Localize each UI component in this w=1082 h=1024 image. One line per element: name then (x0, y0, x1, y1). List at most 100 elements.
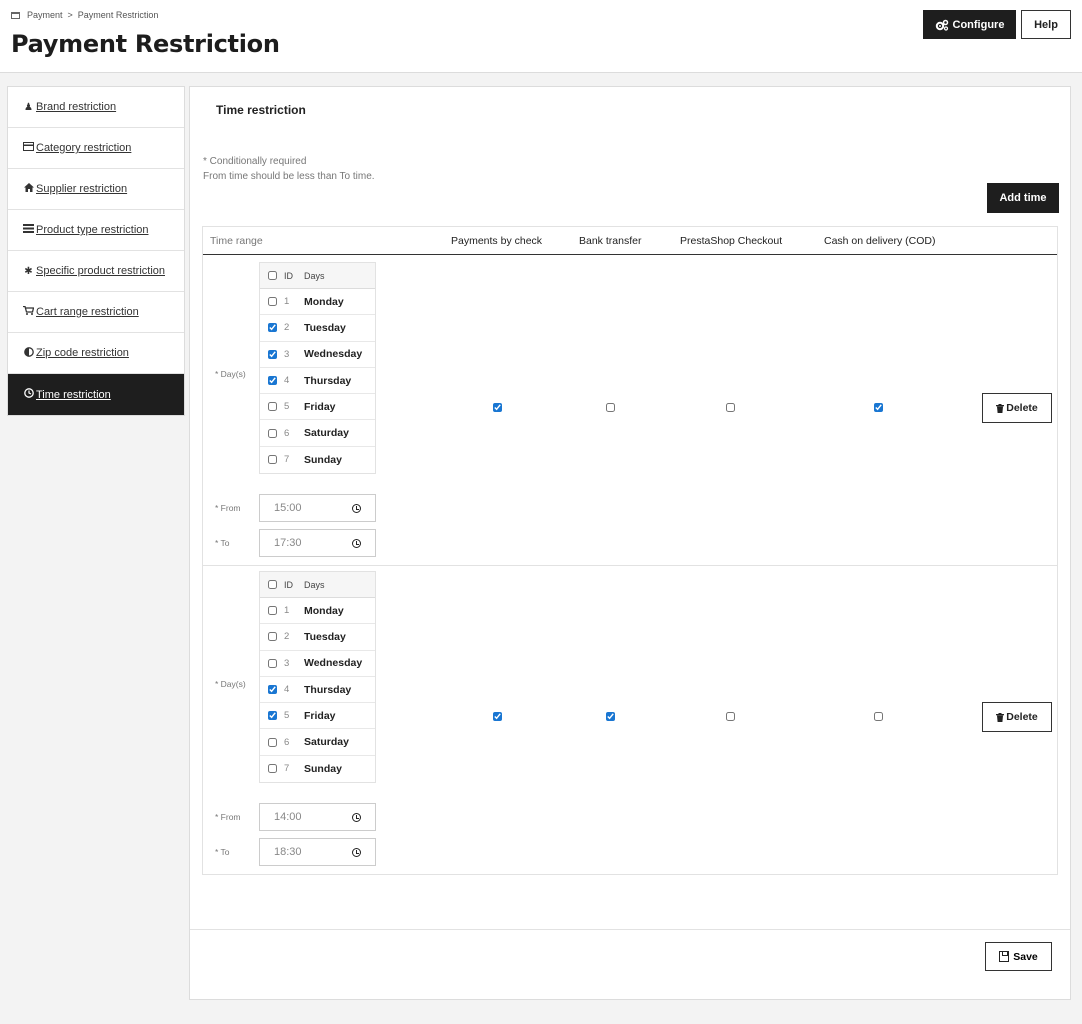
sidebar-item-label: Time restriction (36, 388, 111, 401)
day-name: Sunday (304, 453, 342, 466)
from-label: * From (215, 503, 241, 513)
cod-checkbox[interactable] (874, 403, 883, 412)
sidebar: ♟ Brand restriction Category restriction… (7, 86, 185, 416)
sidebar-item-cart-range[interactable]: Cart range restriction (8, 292, 184, 333)
form-note: * Conditionally required From time shoul… (203, 154, 375, 184)
day-name: Thursday (304, 683, 352, 696)
day-id: 2 (284, 322, 290, 334)
bank-transfer-checkbox[interactable] (606, 403, 615, 412)
save-icon (999, 951, 1010, 962)
cogs-icon (935, 19, 948, 31)
from-time-input[interactable]: 15:00 (259, 494, 376, 522)
day-row: 4 Thursday (260, 677, 375, 704)
credit-card-icon (11, 11, 20, 19)
prestashop-checkout-checkbox[interactable] (726, 712, 735, 721)
days-name-header: Days (304, 270, 325, 281)
sidebar-item-brand[interactable]: ♟ Brand restriction (8, 87, 184, 128)
from-time-input[interactable]: 14:00 (259, 803, 376, 831)
day-checkbox[interactable] (267, 737, 277, 747)
day-checkbox[interactable] (267, 376, 277, 386)
sidebar-item-zip-code[interactable]: Zip code restriction (8, 333, 184, 374)
page-header: Payment > Payment Restriction Payment Re… (0, 0, 1082, 73)
day-checkbox[interactable] (267, 349, 277, 359)
select-all-days-checkbox[interactable] (267, 271, 277, 280)
day-checkbox[interactable] (267, 711, 277, 721)
trash-icon (996, 403, 1005, 413)
cod-checkbox[interactable] (874, 712, 883, 721)
cart-icon (23, 305, 35, 318)
help-button[interactable]: Help (1021, 10, 1071, 39)
day-checkbox[interactable] (267, 764, 277, 774)
delete-button[interactable]: Delete (982, 393, 1052, 423)
day-checkbox[interactable] (267, 632, 277, 642)
day-checkbox[interactable] (267, 402, 277, 412)
to-time-input[interactable]: 18:30 (259, 838, 376, 866)
delete-button[interactable]: Delete (982, 702, 1052, 732)
day-name: Sunday (304, 762, 342, 775)
day-checkbox[interactable] (267, 658, 277, 668)
save-button[interactable]: Save (985, 942, 1052, 971)
day-name: Friday (304, 709, 336, 722)
time-range-table: Time range Payments by check Bank transf… (202, 226, 1058, 875)
sidebar-item-time[interactable]: Time restriction (8, 374, 184, 415)
clock-icon (352, 503, 361, 513)
adjust-icon (23, 346, 34, 360)
credit-card-icon (23, 142, 34, 154)
from-time-value: 15:00 (274, 502, 302, 514)
day-id: 4 (284, 375, 290, 387)
bank-transfer-checkbox[interactable] (606, 712, 615, 721)
table-header: Time range Payments by check Bank transf… (203, 227, 1057, 255)
breadcrumb-parent[interactable]: Payment (27, 10, 63, 20)
to-label: * To (215, 538, 230, 548)
day-checkbox[interactable] (267, 685, 277, 695)
days-table: ID Days 1 Monday 2 Tuesday 3 Wednesday 4 Thu… (259, 571, 376, 784)
prestashop-checkout-checkbox[interactable] (726, 403, 735, 412)
to-label: * To (215, 847, 230, 857)
day-row: 1 Monday (260, 289, 375, 316)
sidebar-item-label: Supplier restriction (36, 183, 128, 195)
day-row: 1 Monday (260, 598, 375, 625)
day-checkbox[interactable] (267, 297, 277, 307)
day-name: Thursday (304, 374, 352, 387)
day-checkbox[interactable] (267, 323, 277, 333)
delete-label: Delete (1006, 711, 1038, 723)
to-time-value: 17:30 (274, 537, 302, 549)
sidebar-item-label: Brand restriction (36, 101, 117, 113)
day-id: 6 (284, 736, 290, 748)
to-time-input[interactable]: 17:30 (259, 529, 376, 557)
day-row: 5 Friday (260, 394, 375, 421)
day-row: 4 Thursday (260, 368, 375, 395)
day-row: 5 Friday (260, 703, 375, 730)
sidebar-item-category[interactable]: Category restriction (8, 128, 184, 169)
sidebar-item-label: Category restriction (36, 142, 132, 154)
from-time-value: 14:00 (274, 811, 302, 823)
day-id: 4 (284, 684, 290, 696)
user-icon: ♟ (24, 101, 33, 113)
panel-title: Time restriction (216, 103, 306, 117)
sidebar-item-specific-product[interactable]: ✱ Specific product restriction (8, 251, 184, 292)
asterisk-icon: ✱ (24, 265, 33, 277)
sidebar-item-product-type[interactable]: Product type restriction (8, 210, 184, 251)
day-name: Friday (304, 400, 336, 413)
day-checkbox[interactable] (267, 428, 277, 438)
breadcrumb-separator: > (67, 10, 73, 20)
day-name: Tuesday (304, 321, 346, 334)
day-checkbox[interactable] (267, 455, 277, 465)
payment-check-checkbox[interactable] (493, 403, 502, 412)
day-id: 1 (284, 605, 290, 617)
clock-icon (352, 812, 361, 822)
payment-check-checkbox[interactable] (493, 712, 502, 721)
day-id: 3 (284, 348, 290, 360)
configure-button[interactable]: Configure (923, 10, 1016, 39)
day-checkbox[interactable] (267, 606, 277, 616)
home-icon (23, 183, 34, 195)
table-row: * Day(s) ID Days 1 Monday 2 Tuesday 3 Wedne… (203, 255, 1057, 566)
page-title: Payment Restriction (11, 30, 280, 58)
delete-label: Delete (1006, 402, 1038, 414)
add-time-button[interactable]: Add time (987, 183, 1059, 213)
note-time-order: From time should be less than To time. (203, 171, 375, 182)
sidebar-item-supplier[interactable]: Supplier restriction (8, 169, 184, 210)
select-all-days-checkbox[interactable] (267, 580, 277, 589)
list-icon (23, 224, 34, 236)
from-label: * From (215, 812, 241, 822)
